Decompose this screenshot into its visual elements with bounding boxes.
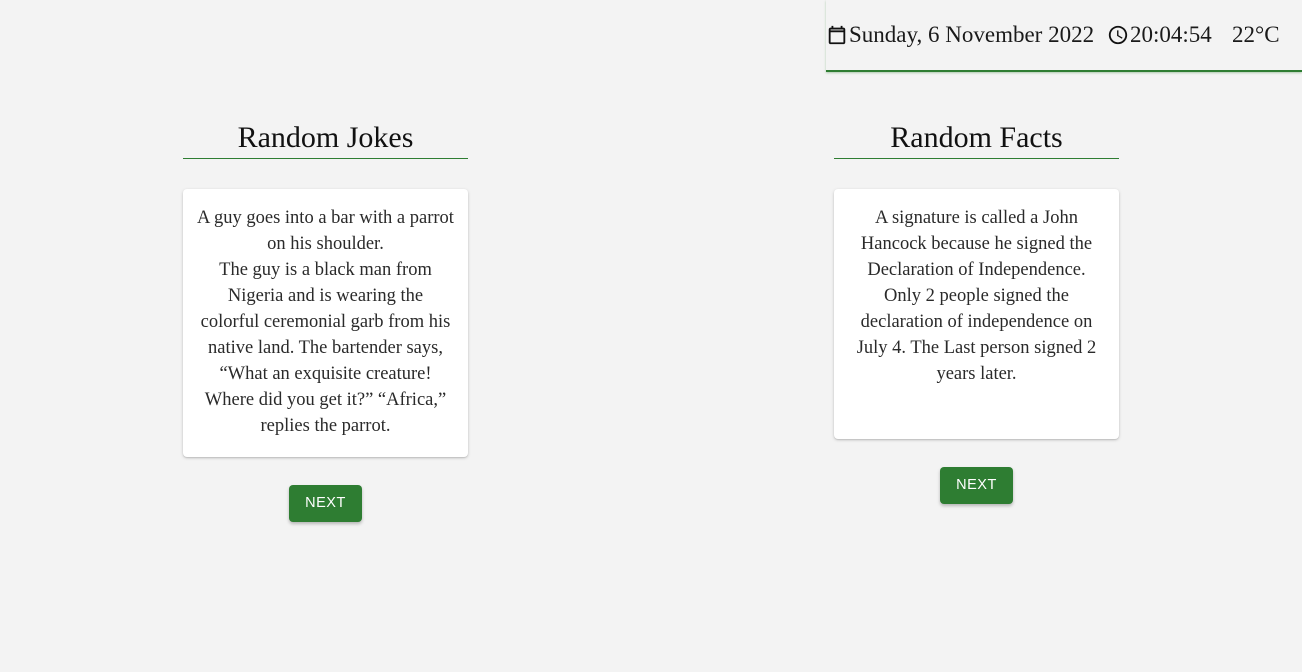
facts-section: Random Facts A signature is called a Joh… [834,118,1119,504]
facts-title: Random Facts [834,118,1119,159]
joke-line-1: A guy goes into a bar with a parrot on h… [197,208,454,254]
date-text: Sunday, 6 November 2022 [849,22,1095,47]
joke-line-2: The guy is a black man from Nigeria and … [200,260,451,436]
jokes-title: Random Jokes [183,118,468,159]
next-joke-button[interactable]: NEXT [289,485,362,522]
temperature-text: 22°C [1232,22,1280,47]
time-display: 20:04:54 [1107,20,1212,50]
joke-card: A guy goes into a bar with a parrot on h… [183,189,468,457]
date-display: Sunday, 6 November 2022 [826,20,1094,50]
clock-icon [1107,23,1129,47]
next-fact-button[interactable]: NEXT [940,467,1013,504]
fact-text: A signature is called a John Hancock bec… [856,208,1097,384]
calendar-icon [826,23,848,47]
jokes-section: Random Jokes A guy goes into a bar with … [183,118,468,522]
time-text: 20:04:54 [1130,22,1212,47]
fact-card: A signature is called a John Hancock bec… [834,189,1119,439]
top-info-bar: Sunday, 6 November 2022 20:04:54 22°C [826,0,1302,72]
temperature-display: 22°C [1232,20,1280,50]
